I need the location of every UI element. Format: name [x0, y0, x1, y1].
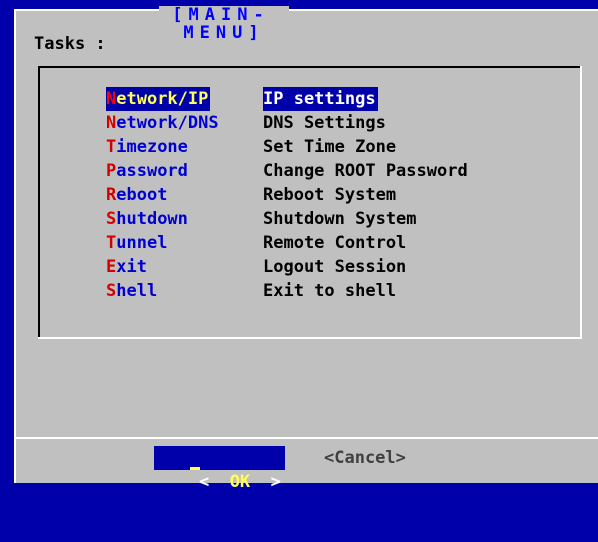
menu-item[interactable]: Network/IP IP settings	[106, 87, 576, 111]
menu-item-tag-rest: imezone	[116, 137, 188, 157]
button-separator	[14, 437, 598, 439]
menu-item[interactable]: Timezone Set Time Zone	[106, 135, 576, 159]
main-menu-dialog: [MAIN-MENU] Tasks : Network/IP IP setting…	[14, 6, 598, 492]
menu-item-tag: Password	[106, 159, 188, 183]
menu-item-tag-rest: unnel	[116, 233, 168, 253]
menu-item-description: Remote Control	[263, 233, 407, 253]
menu-item-hotkey: E	[106, 257, 117, 277]
menu-item-hotkey: S	[106, 209, 117, 229]
ok-bracket-left: <	[198, 472, 210, 492]
menu-item-hotkey: T	[106, 137, 117, 157]
menu-item-tag: Network/IP	[106, 87, 211, 111]
tasks-prompt: Tasks :	[34, 34, 106, 54]
menu-item[interactable]: Password Change ROOT Password	[106, 159, 576, 183]
menu-item-description: IP settings	[263, 87, 378, 111]
menu-item-tag: Network/DNS	[106, 111, 219, 135]
menu-item-tag-rest: xit	[116, 257, 147, 277]
menu-item-tag-rest: etwork/DNS	[116, 113, 219, 133]
menu-item-hotkey: R	[106, 185, 117, 205]
menu-item-hotkey: P	[106, 161, 117, 181]
menu-item-hotkey: S	[106, 281, 117, 301]
menu-item-description: Set Time Zone	[263, 137, 397, 157]
ok-bracket-right: >	[270, 472, 281, 492]
menu-item-description: Logout Session	[263, 257, 407, 277]
menu-items: Network/IP IP settings Network/DNS DNS Sett…	[106, 87, 576, 303]
menu-item-tag-rest: hell	[116, 281, 158, 301]
menu-item-tag-rest: hutdown	[116, 209, 188, 229]
menu-item-tag: Timezone	[106, 135, 188, 159]
ok-label: OK	[229, 472, 251, 492]
menu-item-description: DNS Settings	[263, 113, 386, 133]
menu-item-description: Reboot System	[263, 185, 397, 205]
menu-item-description: Change ROOT Password	[263, 161, 468, 181]
menu-item[interactable]: Shell Exit to shell	[106, 279, 576, 303]
menu-item-hotkey: N	[106, 113, 117, 133]
menu-item-hotkey: T	[106, 233, 117, 253]
menu-item-tag-rest: assword	[116, 161, 188, 181]
ok-button[interactable]: < OK >	[154, 446, 285, 492]
menu-item-tag: Shell	[106, 279, 157, 303]
menu-item[interactable]: Network/DNS DNS Settings	[106, 111, 576, 135]
menu-item-description: Exit to shell	[263, 281, 397, 301]
menu-item-tag-rest: eboot	[116, 185, 168, 205]
menu-item[interactable]: Shutdown Shutdown System	[106, 207, 576, 231]
menu-item[interactable]: Reboot Reboot System	[106, 183, 576, 207]
cancel-button[interactable]: <Cancel>	[324, 446, 406, 470]
dialog-title: [MAIN-MENU]	[159, 6, 289, 42]
menu-item[interactable]: Tunnel Remote Control	[106, 231, 576, 255]
menu-item-tag: Reboot	[106, 183, 167, 207]
menu-item-hotkey: N	[106, 89, 117, 109]
menu-item-tag: Exit	[106, 255, 147, 279]
menu-item-tag: Shutdown	[106, 207, 188, 231]
cursor-indicator	[190, 467, 200, 470]
menu-item-tag-rest: etwork/IP	[116, 89, 209, 109]
menu-item[interactable]: Exit Logout Session	[106, 255, 576, 279]
menu-list: Network/IP IP settings Network/DNS DNS Sett…	[38, 66, 582, 339]
menu-item-description: Shutdown System	[263, 209, 417, 229]
menu-item-tag: Tunnel	[106, 231, 167, 255]
